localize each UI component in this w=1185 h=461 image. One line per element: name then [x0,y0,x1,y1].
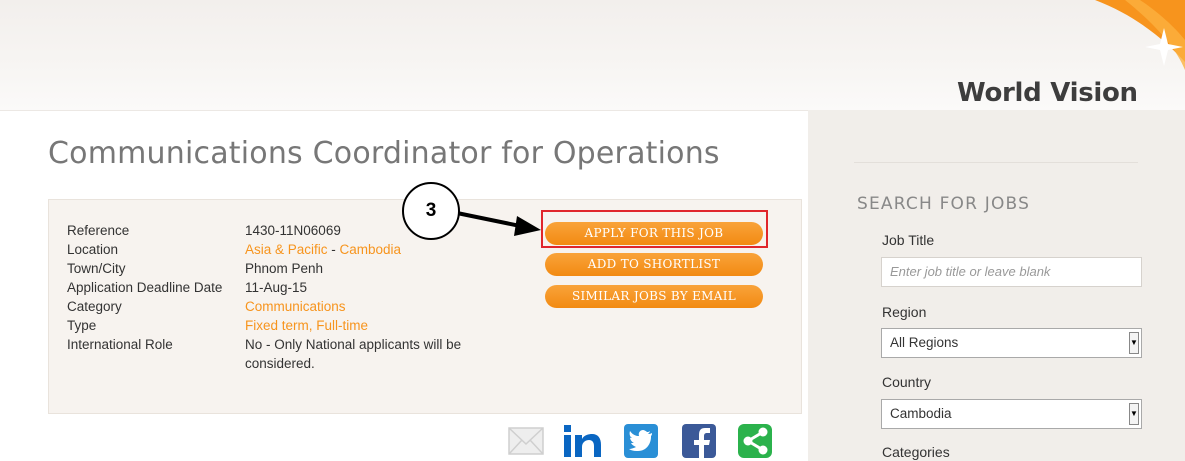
category-link[interactable]: Communications [245,297,346,316]
linkedin-icon[interactable] [562,420,606,460]
region-label: Region [882,304,927,320]
international-role-value: No - Only National applicants will be co… [245,337,462,371]
dropdown-arrow-icon[interactable]: ▼ [1129,332,1139,354]
detail-label: Type [67,318,97,333]
region-select[interactable]: All Regions ▼ [881,328,1142,358]
reference-value: 1430-11N06069 [245,223,341,238]
search-for-jobs-heading: SEARCH FOR JOBS [857,194,1031,214]
twitter-icon[interactable] [622,420,662,460]
categories-label: Categories [882,444,950,460]
dropdown-arrow-icon[interactable]: ▼ [1129,403,1139,425]
facebook-icon[interactable] [680,420,720,460]
region-link[interactable]: Asia & Pacific [245,242,328,257]
country-select[interactable]: Cambodia ▼ [881,399,1142,429]
arrow-right-icon [456,211,541,236]
detail-label: Location [67,242,119,257]
type-link[interactable]: Fixed term, Full-time [245,316,368,335]
detail-label: Category [67,299,122,314]
region-selected-value: All Regions [890,335,959,350]
email-icon[interactable] [507,420,545,460]
location-value: Asia & Pacific - Cambodia [245,240,401,259]
step-number-badge: 3 [402,182,460,240]
job-title-label: Job Title [882,232,935,248]
sidebar-divider [854,162,1138,163]
world-vision-logo[interactable]: World Vision [957,78,1138,108]
detail-label: Town/City [67,261,126,276]
job-title-input[interactable]: Enter job title or leave blank [881,257,1142,287]
site-header: World Vision [0,0,1185,111]
location-separator: - [327,242,340,257]
similar-jobs-by-email-button[interactable]: SIMILAR JOBS BY EMAIL [545,285,763,308]
add-to-shortlist-button[interactable]: ADD TO SHORTLIST [545,253,763,276]
page-title: Communications Coordinator for Operation… [48,136,720,171]
detail-label: Reference [67,223,130,238]
job-search-sidebar: SEARCH FOR JOBS Job Title Enter job titl… [808,110,1185,461]
country-selected-value: Cambodia [890,406,952,421]
detail-label: International Role [67,337,173,352]
share-icon[interactable] [736,420,776,460]
town-value: Phnom Penh [245,261,324,276]
country-label: Country [882,374,932,390]
detail-label: Application Deadline Date [67,280,223,295]
apply-highlight-box [541,210,768,248]
country-link[interactable]: Cambodia [340,242,402,257]
deadline-value: 11-Aug-15 [245,280,308,295]
